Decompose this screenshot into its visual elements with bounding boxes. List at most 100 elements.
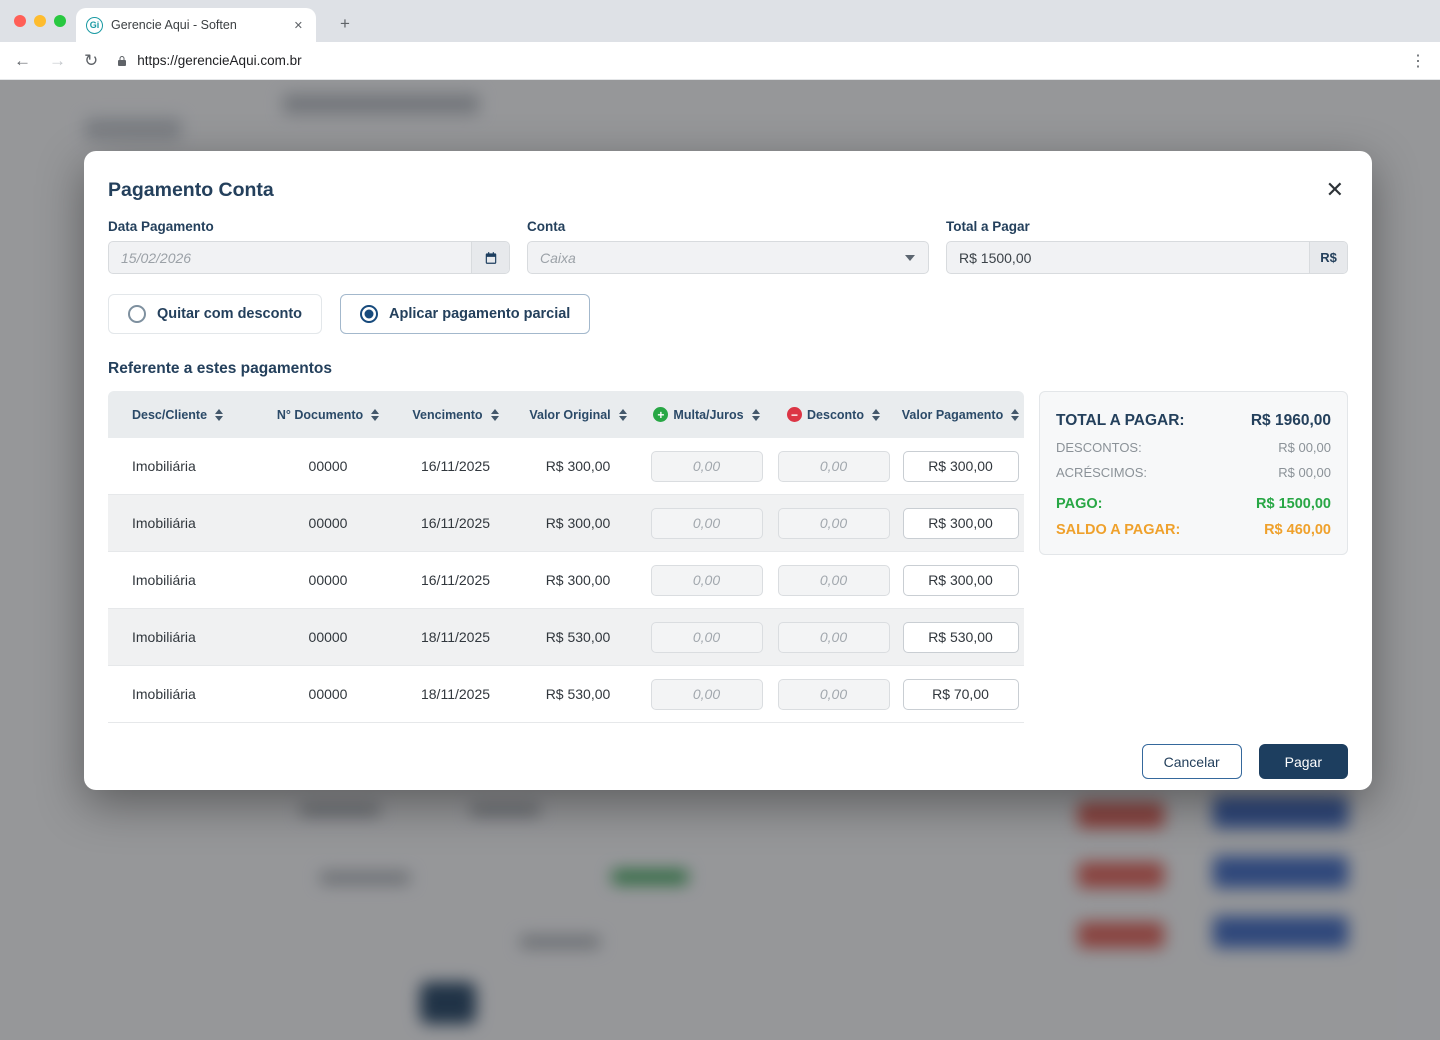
cell-cliente: Imobiliária <box>108 629 258 645</box>
summary-pago-label: PAGO: <box>1056 496 1102 512</box>
cancel-button[interactable]: Cancelar <box>1142 744 1242 779</box>
valor-pagamento-input[interactable] <box>903 679 1019 710</box>
multa-input[interactable] <box>651 451 763 482</box>
close-icon[interactable]: ✕ <box>1322 177 1348 203</box>
summary-acrescimos-label: ACRÉSCIMOS: <box>1056 465 1147 480</box>
valor-pagamento-input[interactable] <box>903 508 1019 539</box>
cell-cliente: Imobiliária <box>108 515 258 531</box>
sort-icon[interactable] <box>619 409 627 421</box>
desconto-input[interactable] <box>778 508 890 539</box>
table-row: Imobiliária 00000 16/11/2025 R$ 300,00 <box>108 552 1024 609</box>
data-pagamento-label: Data Pagamento <box>108 219 510 234</box>
cell-valor-original: R$ 530,00 <box>513 686 643 702</box>
desconto-input[interactable] <box>778 565 890 596</box>
summary-acrescimos-value: R$ 00,00 <box>1278 465 1331 480</box>
header-valor-pagamento[interactable]: Valor Pagamento <box>897 408 1024 422</box>
section-title: Referente a estes pagamentos <box>108 360 1348 378</box>
cell-cliente: Imobiliária <box>108 458 258 474</box>
calendar-icon[interactable] <box>471 242 509 273</box>
browser-menu-icon[interactable]: ⋮ <box>1410 51 1426 71</box>
sort-icon[interactable] <box>752 409 760 421</box>
valor-pagamento-input[interactable] <box>903 622 1019 653</box>
cell-vencimento: 16/11/2025 <box>398 515 513 531</box>
sort-icon[interactable] <box>491 409 499 421</box>
chevron-down-icon[interactable] <box>905 255 915 261</box>
cell-valor-original: R$ 530,00 <box>513 629 643 645</box>
radio-selected-icon <box>360 305 378 323</box>
sort-icon[interactable] <box>371 409 379 421</box>
modal-title: Pagamento Conta <box>108 179 274 202</box>
radio-unselected-icon <box>128 305 146 323</box>
header-desc-cliente[interactable]: Desc/Cliente <box>108 408 258 422</box>
forward-icon[interactable]: → <box>49 51 66 71</box>
conta-field: Conta <box>527 219 929 274</box>
conta-label: Conta <box>527 219 929 234</box>
tab-close-icon[interactable]: ✕ <box>291 16 306 35</box>
multa-input[interactable] <box>651 679 763 710</box>
window-close-button[interactable] <box>14 15 26 27</box>
tab-title: Gerencie Aqui - Soften <box>111 18 283 32</box>
url-box[interactable]: https://gerencieAqui.com.br <box>116 53 1392 68</box>
multa-input[interactable] <box>651 565 763 596</box>
lock-icon <box>116 54 128 68</box>
header-desconto[interactable]: −Desconto <box>770 407 897 422</box>
cell-documento: 00000 <box>258 458 398 474</box>
desconto-input[interactable] <box>778 451 890 482</box>
header-valor-original[interactable]: Valor Original <box>513 408 643 422</box>
window-minimize-button[interactable] <box>34 15 46 27</box>
header-documento[interactable]: N° Documento <box>258 408 398 422</box>
data-pagamento-input[interactable] <box>109 242 471 273</box>
total-a-pagar-input[interactable] <box>947 242 1309 273</box>
site-favicon-icon: Gi <box>86 17 103 34</box>
cell-valor-original: R$ 300,00 <box>513 515 643 531</box>
sort-icon[interactable] <box>872 409 880 421</box>
cell-documento: 00000 <box>258 515 398 531</box>
multa-input[interactable] <box>651 508 763 539</box>
summary-total-value: R$ 1960,00 <box>1251 412 1331 430</box>
conta-select[interactable] <box>528 242 905 273</box>
table-row: Imobiliária 00000 16/11/2025 R$ 300,00 <box>108 495 1024 552</box>
sort-icon[interactable] <box>1011 409 1019 421</box>
desconto-input[interactable] <box>778 622 890 653</box>
browser-address-bar: ← → ↻ https://gerencieAqui.com.br ⋮ <box>0 42 1440 80</box>
payments-table: Desc/Cliente N° Documento Vencimento Val… <box>108 391 1024 723</box>
cell-cliente: Imobiliária <box>108 686 258 702</box>
total-a-pagar-label: Total a Pagar <box>946 219 1348 234</box>
url-text: https://gerencieAqui.com.br <box>137 53 301 68</box>
browser-tab-strip: Gi Gerencie Aqui - Soften ✕ + <box>0 0 1440 42</box>
cell-vencimento: 18/11/2025 <box>398 629 513 645</box>
desconto-input[interactable] <box>778 679 890 710</box>
table-row: Imobiliária 00000 16/11/2025 R$ 300,00 <box>108 438 1024 495</box>
pagamento-conta-modal: Pagamento Conta ✕ Data Pagamento Conta T… <box>84 151 1372 790</box>
valor-pagamento-input[interactable] <box>903 451 1019 482</box>
header-multa-juros[interactable]: +Multa/Juros <box>643 407 770 422</box>
minus-circle-icon: − <box>787 407 802 422</box>
pay-button[interactable]: Pagar <box>1259 744 1348 779</box>
multa-input[interactable] <box>651 622 763 653</box>
back-icon[interactable]: ← <box>14 51 31 71</box>
sort-icon[interactable] <box>215 409 223 421</box>
browser-tab[interactable]: Gi Gerencie Aqui - Soften ✕ <box>76 8 316 42</box>
table-header-row: Desc/Cliente N° Documento Vencimento Val… <box>108 391 1024 438</box>
new-tab-button[interactable]: + <box>332 11 358 37</box>
cell-vencimento: 16/11/2025 <box>398 458 513 474</box>
currency-suffix: R$ <box>1309 242 1347 273</box>
plus-circle-icon: + <box>653 407 668 422</box>
cell-valor-original: R$ 300,00 <box>513 572 643 588</box>
cell-valor-original: R$ 300,00 <box>513 458 643 474</box>
reload-icon[interactable]: ↻ <box>84 51 98 71</box>
payment-summary-panel: TOTAL A PAGAR: R$ 1960,00 DESCONTOS: R$ … <box>1039 391 1348 555</box>
radio-quitar-com-desconto[interactable]: Quitar com desconto <box>108 294 322 334</box>
table-row: Imobiliária 00000 18/11/2025 R$ 530,00 <box>108 666 1024 723</box>
table-row: Imobiliária 00000 18/11/2025 R$ 530,00 <box>108 609 1024 666</box>
summary-pago-value: R$ 1500,00 <box>1256 496 1331 512</box>
header-vencimento[interactable]: Vencimento <box>398 408 513 422</box>
radio-aplicar-pagamento-parcial[interactable]: Aplicar pagamento parcial <box>340 294 590 334</box>
total-a-pagar-field: Total a Pagar R$ <box>946 219 1348 274</box>
summary-total-label: TOTAL A PAGAR: <box>1056 412 1185 430</box>
summary-saldo-value: R$ 460,00 <box>1264 522 1331 538</box>
valor-pagamento-input[interactable] <box>903 565 1019 596</box>
window-zoom-button[interactable] <box>54 15 66 27</box>
cell-documento: 00000 <box>258 686 398 702</box>
window-controls <box>14 15 66 27</box>
